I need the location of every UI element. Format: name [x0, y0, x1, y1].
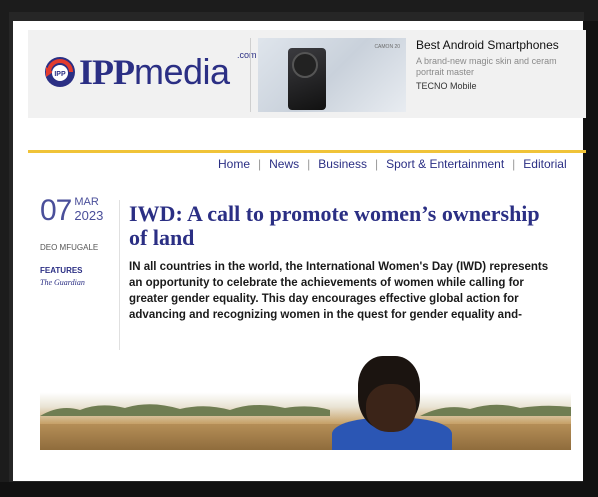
svg-text:IPP: IPP	[54, 71, 66, 78]
ad-text-block[interactable]: Best Android Smartphones A brand-new mag…	[416, 38, 586, 91]
date-month-year: MAR 2023	[74, 196, 103, 222]
ad-image-tag: CAMON 20	[374, 44, 400, 50]
logo-brand-light: media	[134, 51, 230, 92]
nav-item-sport-entertainment[interactable]: Sport & Entertainment	[378, 157, 512, 171]
site-logo[interactable]: IPP IPP media .com	[43, 50, 257, 92]
article-title[interactable]: IWD: A call to promote women’s ownership…	[129, 202, 559, 250]
person-face-graphic	[366, 384, 416, 432]
article-source: The Guardian	[40, 278, 85, 287]
field-graphic	[40, 424, 571, 450]
date-day: 07	[40, 194, 72, 227]
header-accent-line	[28, 150, 586, 153]
nav-item-business[interactable]: Business	[310, 157, 375, 171]
nav-item-editorial[interactable]: Editorial	[515, 157, 574, 171]
article-section[interactable]: FEATURES	[40, 266, 83, 275]
ad-brand: TECNO Mobile	[416, 81, 477, 91]
logo-brand-bold: IPP	[79, 52, 135, 92]
nav-item-news[interactable]: News	[261, 157, 307, 171]
article-summary: IN all countries in the world, the Inter…	[129, 261, 549, 321]
ad-title[interactable]: Best Android Smartphones	[416, 38, 586, 52]
column-divider	[119, 200, 120, 350]
camera-lens-graphic	[292, 52, 318, 78]
ad-phone-graphic	[288, 48, 326, 110]
nav-item-home[interactable]: Home	[210, 157, 258, 171]
header-divider	[250, 38, 251, 112]
ipp-logo-icon: IPP	[43, 55, 77, 89]
bottom-edge	[0, 482, 598, 497]
date-year: 2023	[74, 208, 104, 223]
article-author[interactable]: DEO MFUGALE	[40, 243, 98, 252]
article-date: 07 MAR 2023	[40, 196, 103, 226]
main-nav: Home | News | Business | Sport & Enterta…	[210, 157, 575, 171]
article-photo[interactable]	[40, 354, 571, 450]
logo-tld: .com	[237, 50, 257, 60]
ad-image[interactable]: CAMON 20	[258, 38, 406, 112]
ad-description: A brand-new magic skin and ceram portrai…	[416, 56, 557, 77]
site-header: IPP IPP media .com CAMON 20 Best Android …	[28, 30, 586, 118]
tree-line-graphic	[40, 404, 571, 416]
